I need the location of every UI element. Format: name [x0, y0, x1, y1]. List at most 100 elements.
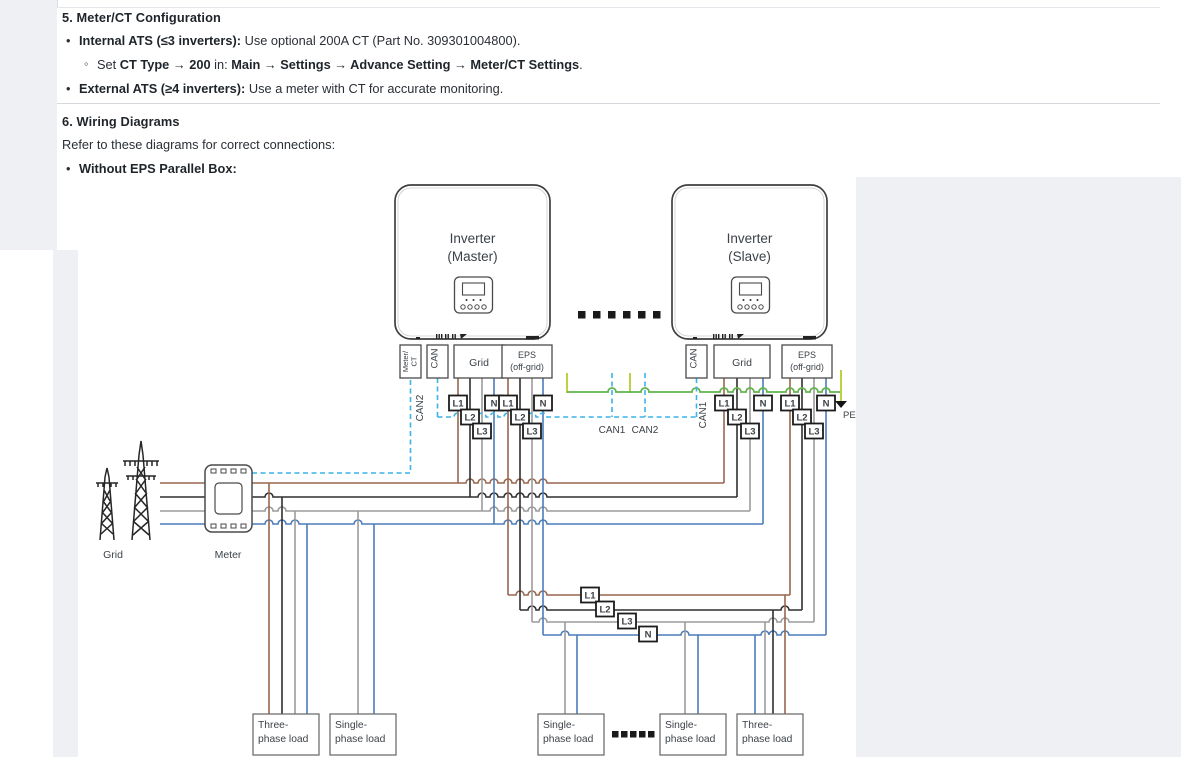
ct-in-text: in:	[211, 57, 232, 72]
external-ats-line: External ATS (≥4 inverters): Use a meter…	[79, 81, 503, 96]
sub-bullet-icon: ◦	[84, 56, 89, 71]
top-divider	[57, 7, 1160, 8]
svg-text:Three-: Three-	[258, 720, 288, 731]
svg-text:(off-grid): (off-grid)	[510, 362, 544, 372]
section-divider	[57, 103, 1160, 104]
wire-label-l1: L1	[781, 396, 799, 411]
wire-label-l1: L1	[581, 588, 599, 603]
wiring-diagram: PECAN1CAN2CAN2CAN1GridMeterInverter(Mast…	[78, 177, 856, 757]
svg-text:L1: L1	[718, 399, 730, 410]
svg-text:L3: L3	[476, 427, 487, 438]
inverter-master: Inverter (Master)	[395, 185, 550, 340]
wire-label-n: N	[817, 396, 835, 411]
wire-label-l1: L1	[715, 396, 733, 411]
section-5-heading: 5. Meter/CT Configuration	[62, 10, 221, 25]
right-gutter	[856, 177, 1181, 757]
svg-text:Meter: Meter	[215, 549, 242, 561]
svg-text:L3: L3	[744, 427, 755, 438]
svg-text:N: N	[491, 399, 498, 410]
load-box: Single-phase load	[330, 714, 396, 755]
svg-text:N: N	[540, 399, 547, 410]
wire-label-l2: L2	[728, 410, 746, 425]
svg-text:(Master): (Master)	[447, 249, 497, 264]
svg-text:EPS: EPS	[798, 350, 816, 360]
wire-label-l3: L3	[473, 424, 491, 439]
svg-text:(off-grid): (off-grid)	[790, 362, 824, 372]
svg-text:CAN2: CAN2	[415, 394, 426, 421]
wire-label-l1: L1	[499, 396, 517, 411]
svg-text:Grid: Grid	[103, 549, 123, 561]
more-inverters-dots	[578, 311, 661, 319]
svg-text:L2: L2	[599, 605, 610, 616]
wire-label-l2: L2	[596, 602, 614, 617]
wire-label-n: N	[639, 627, 657, 642]
ct-period: .	[579, 57, 583, 72]
wire-label-l2: L2	[793, 410, 811, 425]
internal-ats-rest: Use optional 200A CT (Part No. 309301004…	[241, 33, 520, 48]
wire-label-n: N	[754, 396, 772, 411]
ct-type-bold: CT Type → 200	[120, 57, 211, 72]
section-6-heading: 6. Wiring Diagrams	[62, 114, 180, 129]
manual-page: { "header": { "bullet_solid": "•", "bull…	[0, 0, 1181, 757]
svg-text:phase load: phase load	[742, 734, 793, 745]
load-box: Three-phase load	[737, 714, 803, 755]
svg-text:CAN: CAN	[689, 348, 700, 368]
svg-text:L3: L3	[526, 427, 537, 438]
svg-text:phase load: phase load	[665, 734, 716, 745]
svg-text:L1: L1	[784, 399, 796, 410]
internal-ats-bold: Internal ATS (≤3 inverters):	[79, 33, 241, 48]
wire-label-l3: L3	[805, 424, 823, 439]
left-gutter-strip	[53, 250, 78, 757]
svg-text:Single-: Single-	[335, 720, 367, 731]
svg-text:phase load: phase load	[543, 734, 594, 745]
wiring-diagram-image: PECAN1CAN2CAN2CAN1GridMeterInverter(Mast…	[78, 177, 856, 757]
svg-text:EPS: EPS	[518, 350, 536, 360]
svg-text:CAN1: CAN1	[698, 401, 709, 428]
svg-text:L1: L1	[584, 591, 596, 602]
svg-text:N: N	[645, 630, 652, 641]
load-box: Three-phase load	[253, 714, 319, 755]
without-eps-label: Without EPS Parallel Box:	[79, 161, 237, 176]
top-divider-tick	[57, 0, 58, 7]
svg-text:Three-: Three-	[742, 720, 772, 731]
svg-text:PE: PE	[843, 410, 856, 421]
wire-label-l3: L3	[523, 424, 541, 439]
svg-text:L3: L3	[621, 617, 632, 628]
svg-text:Single-: Single-	[665, 720, 697, 731]
power-buses	[160, 479, 826, 635]
svg-text:N: N	[823, 399, 830, 410]
bullet-icon: •	[66, 81, 70, 96]
bullet-icon: •	[66, 161, 70, 176]
wire-label-l3: L3	[618, 614, 636, 629]
svg-text:L1: L1	[502, 399, 514, 410]
load-box: Single-phase load	[538, 714, 604, 755]
svg-text:Grid: Grid	[469, 357, 489, 369]
external-ats-rest: Use a meter with CT for accurate monitor…	[245, 81, 503, 96]
load-box: Single-phase load	[660, 714, 726, 755]
ct-path-bold: Main → Settings → Advance Setting → Mete…	[231, 57, 579, 72]
wire-label-l1: L1	[449, 396, 467, 411]
wire-label-l2: L2	[461, 410, 479, 425]
svg-text:phase load: phase load	[258, 734, 309, 745]
external-ats-bold: External ATS (≥4 inverters):	[79, 81, 245, 96]
svg-text:L1: L1	[452, 399, 464, 410]
ct-set-text: Set	[97, 57, 120, 72]
more-loads-dots	[612, 731, 655, 738]
svg-text:CAN1: CAN1	[599, 425, 626, 436]
wire-label-n: N	[534, 396, 552, 411]
svg-text:N: N	[760, 399, 767, 410]
section-6-intro: Refer to these diagrams for correct conn…	[62, 137, 335, 152]
inverter-slave: Inverter(Slave)	[672, 185, 827, 340]
svg-text:Single-: Single-	[543, 720, 575, 731]
bullet-icon: •	[66, 33, 70, 48]
wire-label-l2: L2	[511, 410, 529, 425]
svg-text:CAN: CAN	[430, 348, 441, 368]
svg-text:L2: L2	[464, 413, 475, 424]
svg-text:phase load: phase load	[335, 734, 386, 745]
wire-label-l3: L3	[741, 424, 759, 439]
svg-text:Inverter: Inverter	[450, 231, 496, 246]
svg-text:Grid: Grid	[732, 357, 752, 369]
load-boxes: Three-phase loadSingle-phase loadSingle-…	[253, 714, 803, 755]
svg-text:L2: L2	[514, 413, 525, 424]
meter: Meter	[205, 465, 252, 561]
